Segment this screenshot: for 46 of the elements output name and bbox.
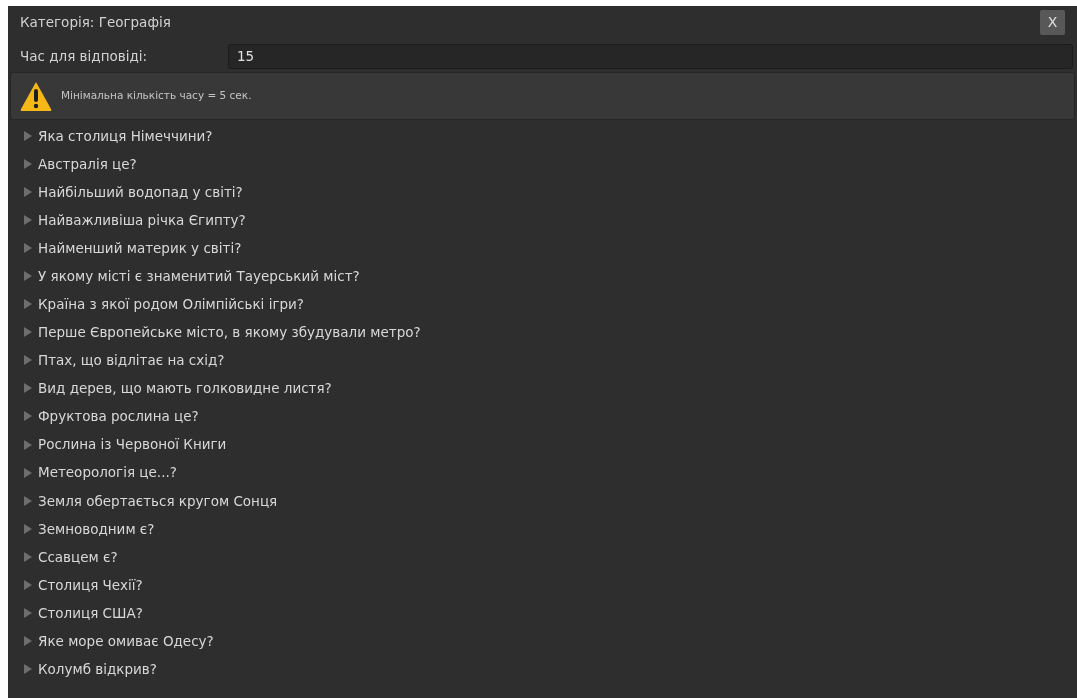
expand-triangle-icon[interactable] <box>22 578 34 591</box>
input-field[interactable]: 15 <box>228 43 1073 69</box>
foldout-label[interactable]: Найменший материк у світі? <box>38 238 242 259</box>
expand-triangle-icon[interactable] <box>22 438 34 451</box>
foldout-label[interactable]: Австралія це? <box>38 153 137 175</box>
foldout-label[interactable]: Земноводним є? <box>38 518 155 539</box>
foldout-label[interactable]: Колумб відкрив? <box>38 658 157 680</box>
foldout-label[interactable]: Найбільший водопад у світі? <box>38 182 243 203</box>
foldout-label[interactable]: Птах, що відлітає на схід? <box>38 350 225 371</box>
expand-triangle-icon[interactable] <box>22 298 34 311</box>
foldout-label[interactable]: Найважливіша річка Єгипту? <box>38 210 246 231</box>
expand-triangle-icon[interactable] <box>22 522 34 535</box>
expand-triangle-icon[interactable] <box>22 550 34 563</box>
expand-triangle-icon[interactable] <box>22 662 34 675</box>
foldout-label[interactable]: Яка столиця Німеччини? <box>38 125 213 147</box>
foldout-label[interactable]: Ссавцем є? <box>38 546 118 567</box>
expand-triangle-icon[interactable] <box>22 270 34 283</box>
foldout-label[interactable]: Метеорологія це...? <box>38 462 177 483</box>
expand-triangle-icon[interactable] <box>22 494 34 507</box>
expand-triangle-icon[interactable] <box>22 214 34 227</box>
foldout-label[interactable]: Вид дерев, що мають голковидне листя? <box>38 378 332 399</box>
foldout-label[interactable]: Столиця США? <box>38 602 143 623</box>
expand-triangle-icon[interactable] <box>22 130 34 142</box>
expand-triangle-icon[interactable] <box>22 354 34 367</box>
expand-triangle-icon[interactable] <box>22 186 34 199</box>
warning-icon <box>19 80 53 112</box>
field-label: Час для відповіді: <box>20 46 149 66</box>
window-title: Категорія: Географія <box>20 12 171 32</box>
expand-triangle-icon[interactable] <box>22 326 34 339</box>
expand-triangle-icon[interactable] <box>22 242 34 255</box>
foldout-label[interactable]: Країна з якої родом Олімпійські ігри? <box>38 294 304 315</box>
warning-message: Мінімальна кількість часу = 5 сек. <box>61 88 252 104</box>
foldout-label[interactable]: Фруктова рослина це? <box>38 406 199 427</box>
foldout-label[interactable]: Столиця Чехії? <box>38 574 143 595</box>
foldout-label[interactable]: У якому місті є знаменитий Тауерський міст? <box>38 266 360 287</box>
expand-triangle-icon[interactable] <box>22 634 34 647</box>
foldout-label[interactable]: Земля обертається кругом Сонця <box>38 490 278 511</box>
expand-triangle-icon[interactable] <box>22 606 34 619</box>
foldout-label[interactable]: Перше Європейське місто, в якому збудували метро? <box>38 322 421 343</box>
expand-triangle-icon[interactable] <box>22 466 34 479</box>
expand-triangle-icon[interactable] <box>22 410 34 423</box>
expand-triangle-icon[interactable] <box>22 382 34 395</box>
expand-triangle-icon[interactable] <box>22 158 34 171</box>
foldout-label[interactable]: Рослина із Червоної Книги <box>38 434 227 455</box>
foldout-label[interactable]: Яке море омиває Одесу? <box>38 630 214 651</box>
close-button[interactable]: X <box>1040 9 1065 35</box>
